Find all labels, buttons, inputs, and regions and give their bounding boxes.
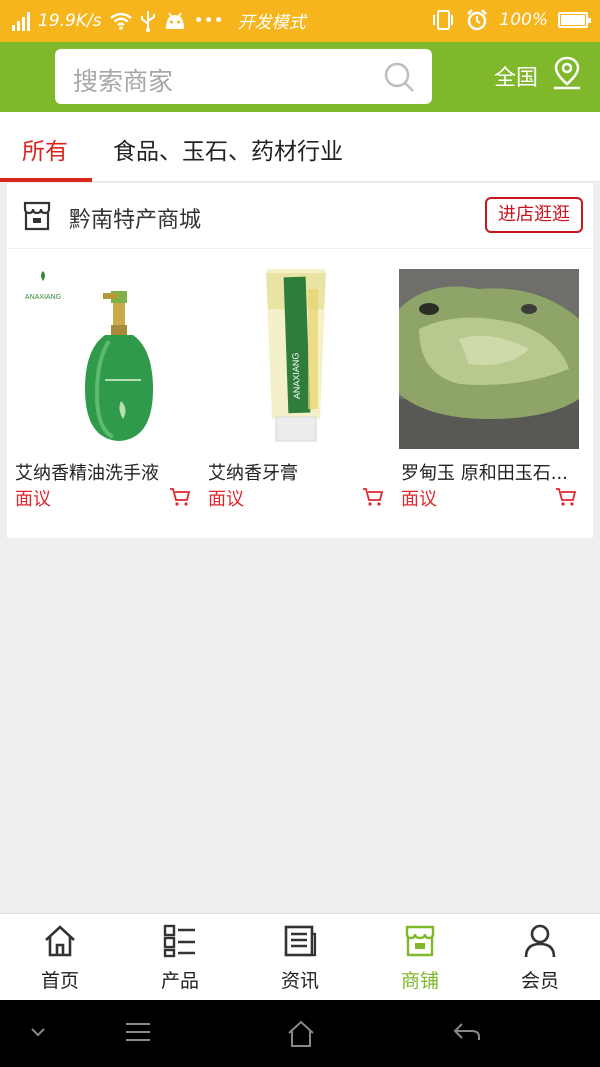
- network-speed: 19.9K/s: [38, 10, 102, 31]
- alarm-icon: [467, 9, 488, 31]
- region-selector[interactable]: 全国: [494, 60, 538, 92]
- brand-text: ANAXIANG: [290, 352, 302, 399]
- product-card[interactable]: 罗甸玉 原和田玉石... 面议: [399, 269, 579, 510]
- wifi-icon: [109, 12, 132, 30]
- bottom-nav: 首页 产品 资讯 商铺 会员: [0, 913, 600, 1000]
- cart-icon[interactable]: [362, 487, 384, 507]
- tab-all[interactable]: 所有: [0, 112, 92, 182]
- chevron-down-icon[interactable]: [30, 1026, 46, 1038]
- cart-icon[interactable]: [555, 487, 577, 507]
- list-icon: [163, 924, 195, 958]
- news-icon: [284, 925, 317, 957]
- enter-store-button[interactable]: 进店逛逛: [485, 197, 583, 233]
- nav-member[interactable]: 会员: [480, 914, 600, 1001]
- nav-news[interactable]: 资讯: [240, 914, 360, 1001]
- category-tabs: 所有 食品、玉石、药材行业: [0, 112, 600, 182]
- usb-icon: [140, 10, 155, 32]
- active-tab-indicator: [0, 178, 92, 182]
- nav-home[interactable]: 首页: [0, 914, 120, 1001]
- nav-shop[interactable]: 商铺: [360, 914, 480, 1001]
- system-nav-bar: [0, 1000, 600, 1067]
- tab-all-label: 所有: [22, 139, 68, 165]
- nav-member-label: 会员: [520, 970, 559, 992]
- product-name: 罗甸玉 原和田玉石...: [401, 463, 568, 484]
- nav-shop-label: 商铺: [400, 970, 439, 992]
- dev-mode-label: 开发模式: [237, 13, 306, 33]
- home-icon: [45, 925, 75, 957]
- nav-products[interactable]: 产品: [120, 914, 240, 1001]
- nav-products-label: 产品: [160, 970, 199, 992]
- signal-icon: [12, 11, 30, 31]
- nav-news-label: 资讯: [280, 970, 319, 992]
- store-header[interactable]: 黔南特产商城 进店逛逛: [7, 183, 593, 249]
- brand-text: ANAXIANG: [25, 294, 61, 301]
- back-icon[interactable]: [452, 1020, 482, 1044]
- status-bar: 19.9K/s ••• 开发模式 100%: [0, 0, 600, 42]
- nav-home-label: 首页: [40, 970, 79, 992]
- store-icon: [23, 201, 51, 231]
- product-image[interactable]: [399, 269, 579, 449]
- tab-food-jade-herbs[interactable]: 食品、玉石、药材行业: [113, 132, 343, 166]
- store-name: 黔南特产商城: [69, 208, 202, 233]
- search-placeholder: 搜索商家: [73, 67, 174, 96]
- home-button-icon[interactable]: [286, 1020, 316, 1048]
- battery-percent: 100%: [499, 10, 548, 30]
- product-card[interactable]: ANAXIANG 艾纳香精油洗手液 面议: [13, 269, 193, 510]
- product-image[interactable]: ANAXIANG: [206, 269, 386, 449]
- product-image[interactable]: ANAXIANG: [13, 269, 193, 449]
- product-price: 面议: [208, 489, 244, 510]
- cart-icon[interactable]: [169, 487, 191, 507]
- product-price: 面议: [15, 489, 51, 510]
- header-bar: 搜索商家 全国: [0, 42, 600, 112]
- product-name: 艾纳香牙膏: [208, 463, 298, 484]
- android-icon: [165, 12, 184, 29]
- battery-icon: [558, 12, 591, 28]
- search-icon[interactable]: [383, 61, 415, 93]
- product-card[interactable]: ANAXIANG 艾纳香牙膏 面议: [206, 269, 386, 510]
- more-dots: •••: [193, 10, 224, 31]
- menu-icon[interactable]: [124, 1020, 152, 1044]
- shop-icon: [405, 925, 435, 957]
- vibrate-icon: [433, 10, 454, 30]
- product-price: 面议: [401, 489, 437, 510]
- user-icon: [524, 924, 556, 958]
- location-pin-icon[interactable]: [552, 56, 582, 90]
- search-input[interactable]: 搜索商家: [55, 49, 432, 104]
- product-name: 艾纳香精油洗手液: [15, 463, 159, 484]
- store-card: 黔南特产商城 进店逛逛 ANAXIANG 艾纳香精油洗手液 面议 ANAXIAN…: [7, 183, 593, 538]
